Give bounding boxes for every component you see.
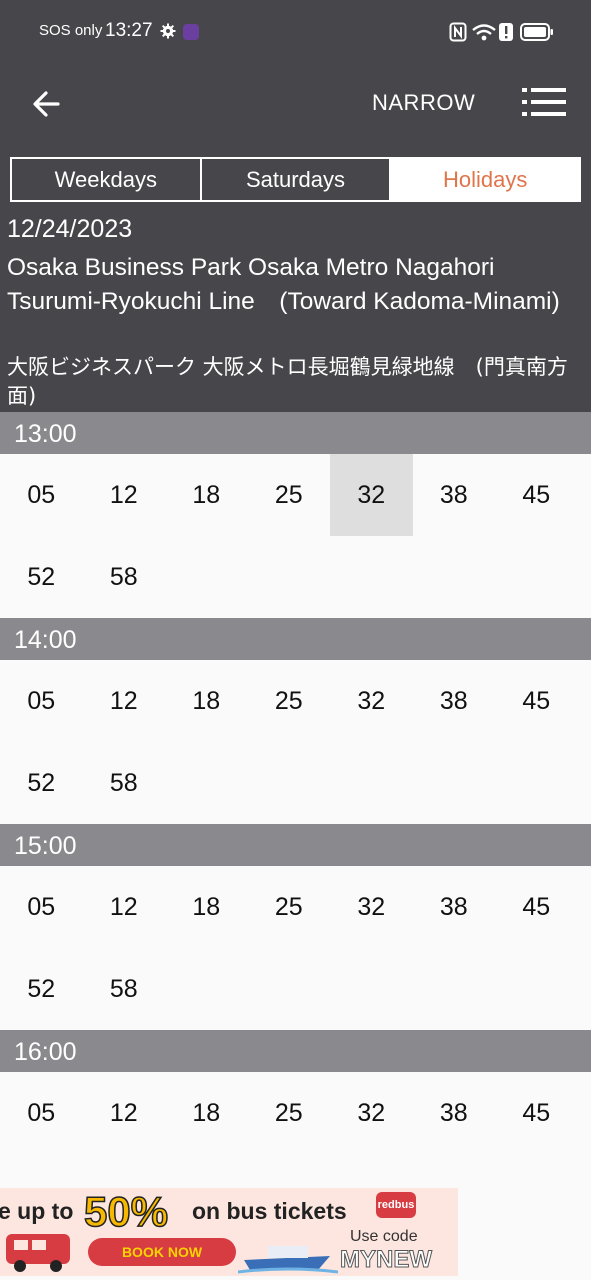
nfc-icon — [449, 22, 467, 42]
departure-minute[interactable]: 38 — [413, 866, 496, 948]
departure-minute[interactable]: 45 — [495, 866, 578, 948]
clock-time: 13:27 — [105, 20, 153, 41]
departure-minute[interactable]: 18 — [165, 866, 248, 948]
departure-minute[interactable]: 12 — [83, 866, 166, 948]
departure-minute[interactable]: 05 — [0, 660, 83, 742]
tab-saturdays[interactable]: Saturdays — [201, 157, 392, 202]
battery-icon — [520, 23, 553, 41]
hour-header: 13:00 — [0, 412, 591, 454]
timetable: 13:00 05 12 18 25 32 38 45 52 58 14:00 05 12 18 25 32 38… — [0, 412, 591, 1154]
hour-header: 16:00 — [0, 1030, 591, 1072]
departure-minute[interactable]: 52 — [0, 948, 83, 1030]
alert-icon — [499, 23, 513, 41]
departure-minute[interactable]: 18 — [165, 454, 248, 536]
bus-illustration-icon — [6, 1234, 70, 1272]
departure-minute[interactable]: 38 — [413, 454, 496, 536]
tab-holidays[interactable]: Holidays — [391, 157, 582, 202]
ad-banner[interactable]: e up to 50% on bus tickets BOOK NOW redb… — [0, 1188, 458, 1276]
tab-weekdays[interactable]: Weekdays — [10, 157, 202, 202]
minute-grid: 05 12 18 25 32 38 45 52 58 — [0, 454, 591, 618]
boat-illustration-icon — [238, 1246, 338, 1274]
departure-minute[interactable]: 25 — [248, 454, 331, 536]
ad-book-now-button[interactable]: BOOK NOW — [88, 1238, 236, 1266]
departure-minute[interactable]: 18 — [165, 1072, 248, 1154]
departure-minute[interactable]: 52 — [0, 742, 83, 824]
departure-minute[interactable]: 05 — [0, 454, 83, 536]
wifi-icon — [472, 24, 496, 41]
departure-minute[interactable]: 38 — [413, 1072, 496, 1154]
gear-icon — [160, 23, 176, 39]
departure-minute[interactable]: 32 — [330, 866, 413, 948]
departure-minute[interactable]: 12 — [83, 660, 166, 742]
day-type-tabs: Weekdays Saturdays Holidays — [10, 157, 582, 202]
departure-minute[interactable]: 58 — [83, 948, 166, 1030]
arrow-left-icon[interactable] — [28, 84, 68, 124]
ad-lead-text: e up to — [0, 1198, 74, 1224]
ad-code-label: Use code — [350, 1228, 418, 1245]
departure-minute[interactable]: 32 — [330, 454, 413, 536]
ad-promo-code: MYNEW — [340, 1246, 433, 1274]
minute-grid: 05 12 18 25 32 38 45 — [0, 1072, 591, 1154]
station-name-english: Osaka Business Park Osaka Metro Nagahori… — [7, 254, 560, 315]
app-header: SOS only 13:27 NARROW Weekdays Saturdays… — [0, 0, 591, 412]
departure-minute[interactable]: 12 — [83, 454, 166, 536]
minute-grid: 05 12 18 25 32 38 45 52 58 — [0, 866, 591, 1030]
carrier-text: SOS only — [39, 22, 103, 39]
departure-minute[interactable]: 58 — [83, 742, 166, 824]
departure-minute[interactable]: 38 — [413, 660, 496, 742]
departure-minute[interactable]: 32 — [330, 660, 413, 742]
departure-minute[interactable]: 12 — [83, 1072, 166, 1154]
departure-minute[interactable]: 18 — [165, 660, 248, 742]
departure-minute[interactable]: 25 — [248, 866, 331, 948]
departure-minute[interactable]: 32 — [330, 1072, 413, 1154]
ad-brand-logo: redbus — [376, 1192, 416, 1218]
departure-minute[interactable]: 45 — [495, 660, 578, 742]
departure-minute[interactable]: 45 — [495, 454, 578, 536]
departure-minute[interactable]: 45 — [495, 1072, 578, 1154]
departure-minute[interactable]: 52 — [0, 536, 83, 618]
app-notification-icon — [183, 24, 199, 40]
departure-minute[interactable]: 05 — [0, 866, 83, 948]
hour-header: 15:00 — [0, 824, 591, 866]
station-name-japanese: 大阪ビジネスパーク 大阪メトロ長堀鶴見緑地線 (門真南方面) — [7, 355, 568, 408]
ad-tail-text: on bus tickets — [192, 1198, 347, 1224]
minute-grid: 05 12 18 25 32 38 45 52 58 — [0, 660, 591, 824]
hour-header: 14:00 — [0, 618, 591, 660]
narrow-button[interactable]: NARROW — [372, 90, 475, 116]
departure-minute[interactable]: 25 — [248, 1072, 331, 1154]
status-bar: SOS only 13:27 — [0, 0, 591, 64]
departure-minute[interactable]: 25 — [248, 660, 331, 742]
departure-minute[interactable]: 58 — [83, 536, 166, 618]
schedule-date: 12/24/2023 — [7, 215, 133, 243]
ad-discount: 50% — [83, 1188, 169, 1236]
list-menu-icon[interactable] — [520, 84, 568, 120]
toolbar: NARROW — [0, 64, 591, 140]
departure-minute[interactable]: 05 — [0, 1072, 83, 1154]
